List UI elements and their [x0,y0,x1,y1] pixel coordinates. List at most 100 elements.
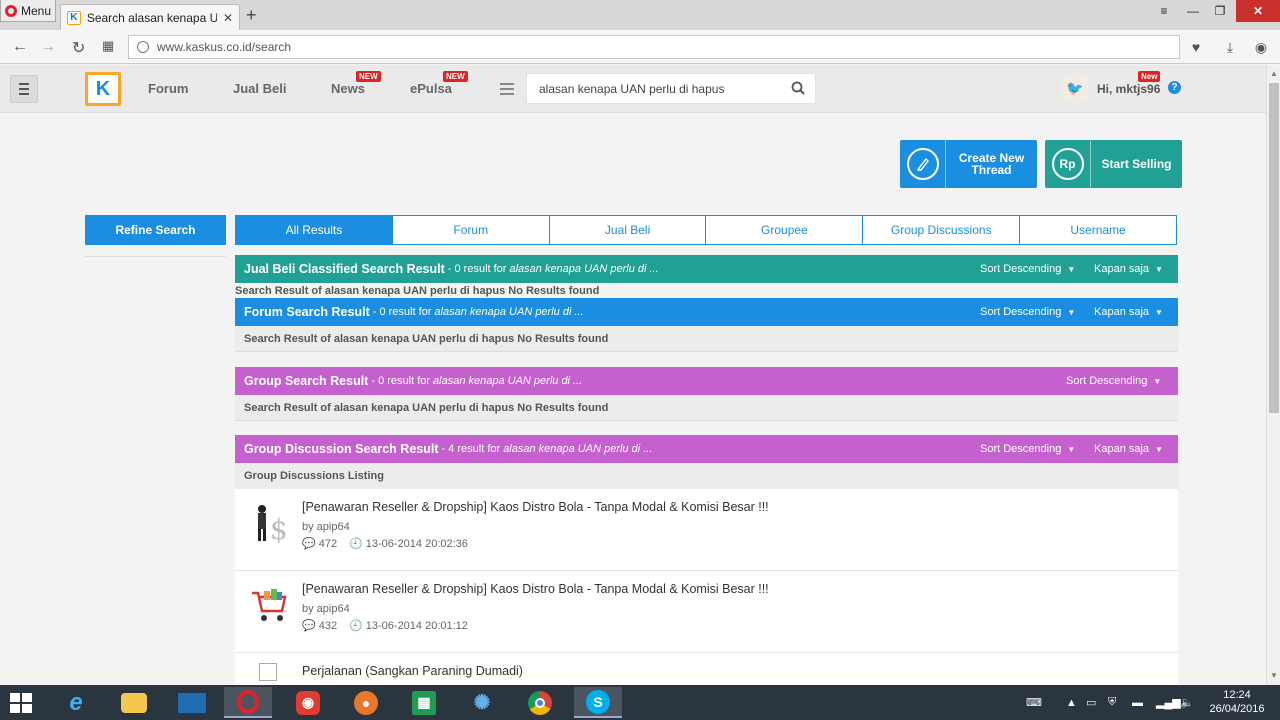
tab-menu-icon[interactable]: ≡ [1156,0,1172,22]
download-icon[interactable]: ⤓ [1219,36,1241,58]
opera-icon [5,4,17,17]
thread-title-link[interactable]: Perjalanan (Sangkan Paraning Dumadi) [302,664,523,678]
nav-forum[interactable]: Forum [148,81,188,96]
tab-jual-beli[interactable]: Jual Beli [550,216,707,244]
maximize-button[interactable]: ❐ [1208,0,1232,22]
opera-menu-button[interactable]: Menu [0,0,56,22]
thread-thumbnail: $ [248,503,288,543]
close-window-button[interactable]: ✕ [1236,0,1280,22]
reload-icon[interactable]: ↻ [72,38,85,58]
result-query: alasan kenapa UAN perlu di ... [503,443,653,455]
tab-username[interactable]: Username [1020,216,1176,244]
category-menu-icon[interactable] [500,83,514,95]
opera-taskbar-icon[interactable] [224,687,272,718]
camera-app-icon[interactable]: ◉ [284,687,332,718]
file-explorer-icon[interactable] [110,687,158,718]
listing-heading: Group Discussions Listing [235,463,1178,489]
taskbar-clock[interactable]: 12:24 26/04/2016 [1205,688,1269,716]
search-input[interactable] [539,81,779,96]
nav-news[interactable]: News [331,81,365,96]
help-icon[interactable]: ? [1168,81,1181,94]
refine-search-button[interactable]: Refine Search [85,215,226,245]
tab-groupee[interactable]: Groupee [706,216,864,244]
time-filter-dropdown[interactable]: Kapan saja ▼ [1094,263,1163,275]
settings-app-icon[interactable]: ✺ [458,687,506,718]
sort-dropdown[interactable]: Sort Descending ▼ [980,263,1075,275]
store-icon[interactable]: ▦ [400,687,448,718]
avatar[interactable]: 🐦 [1060,73,1090,103]
thread-author[interactable]: by apip64 [302,603,350,615]
sort-dropdown[interactable]: Sort Descending ▼ [980,443,1075,455]
nav-epulsa[interactable]: ePulsa [410,81,452,96]
thread-author[interactable]: by apip64 [302,521,350,533]
comment-icon: 💬 [302,620,316,632]
keyboard-icon[interactable]: ⌨ [1026,685,1042,720]
hamburger-menu-icon[interactable] [10,75,38,103]
speed-dial-grid-icon[interactable]: ▦ [102,38,114,54]
new-tab-button[interactable]: + [246,5,257,26]
scrollbar-thumb[interactable] [1269,83,1279,413]
thread-title-link[interactable]: [Penawaran Reseller & Dropship] Kaos Dis… [302,582,769,596]
caret-down-icon: ▼ [1155,265,1163,274]
start-selling-label: Start Selling [1101,157,1172,171]
create-new-thread-button[interactable]: Create New Thread [900,140,1037,188]
site-info-icon[interactable] [137,41,149,53]
result-count: - 0 result for [371,375,431,387]
volume-icon[interactable]: 🔈 [1180,685,1194,720]
windows-start-icon[interactable] [10,693,32,713]
divider [85,256,226,257]
show-hidden-icons-arrow[interactable]: ▲ [1066,685,1077,720]
chrome-icon[interactable] [516,687,564,718]
thread-title-link[interactable]: [Penawaran Reseller & Dropship] Kaos Dis… [302,500,769,514]
list-item[interactable]: Perjalanan (Sangkan Paraning Dumadi) [235,653,1178,685]
action-center-icon[interactable]: ▭ [1086,685,1096,720]
list-item[interactable]: [Penawaran Reseller & Dropship] Kaos Dis… [235,571,1178,653]
jual-beli-section-header: Jual Beli Classified Search Result - 0 r… [235,255,1178,283]
internet-explorer-icon[interactable]: e [52,687,100,718]
comment-icon: 💬 [302,538,316,550]
minimize-button[interactable]: — [1182,0,1204,22]
time-filter-dropdown[interactable]: Kapan saja ▼ [1094,306,1163,318]
start-selling-button[interactable]: Rp Start Selling [1045,140,1182,188]
group-section-header: Group Search Result - 0 result for alasa… [235,367,1178,395]
time-filter-dropdown[interactable]: Kapan saja ▼ [1094,443,1163,455]
display-icon[interactable]: ▬ [1132,685,1143,720]
no-results-message: Search Result of alasan kenapa UAN perlu… [235,326,1178,352]
result-count: - 4 result for [441,443,501,455]
search-icon[interactable] [791,81,805,95]
skype-icon[interactable]: S [574,687,622,718]
scroll-down-arrow-icon[interactable]: ▼ [1270,671,1278,680]
page-scrollbar[interactable]: ▲ ▼ [1266,65,1280,685]
account-icon[interactable]: ◉ [1250,36,1272,58]
time-filter-label: Kapan saja [1094,306,1150,318]
sort-dropdown[interactable]: Sort Descending ▼ [1066,375,1161,387]
comment-count: 472 [318,537,338,550]
forward-arrow-icon[interactable]: → [40,38,56,56]
list-item[interactable]: $ [Penawaran Reseller & Dropship] Kaos D… [235,489,1178,571]
tab-group-discussions[interactable]: Group Discussions [863,216,1021,244]
caret-down-icon: ▼ [1067,445,1076,454]
security-shield-icon[interactable]: ⛨ [1108,685,1116,720]
browser-tab[interactable]: K Search alasan kenapa UAN ✕ [60,4,240,30]
url-field[interactable]: www.kaskus.co.id/search [128,35,1180,59]
firefox-icon[interactable]: ● [342,687,390,718]
lenovo-app-icon[interactable] [168,687,216,718]
close-tab-icon[interactable]: ✕ [223,11,233,25]
tab-forum[interactable]: Forum [393,216,550,244]
kaskus-logo[interactable]: K [85,72,121,106]
user-greeting[interactable]: Hi, mktjs96 [1097,82,1160,96]
no-results-message: Search Result of alasan kenapa UAN perlu… [235,395,1178,421]
sort-dropdown[interactable]: Sort Descending ▼ [980,306,1075,318]
clock-time: 12:24 [1223,689,1251,701]
no-results-message: Search Result of alasan kenapa UAN perlu… [235,285,600,297]
network-signal-icon[interactable]: ▂▄▆ [1156,685,1181,720]
thread-thumbnail [248,585,288,625]
sort-label: Sort Descending [980,263,1062,275]
back-arrow-icon[interactable]: ← [12,38,28,56]
tab-all-results[interactable]: All Results [236,216,393,244]
scroll-up-arrow-icon[interactable]: ▲ [1270,69,1278,78]
section-title: Forum Search Result [244,305,370,319]
nav-jual-beli[interactable]: Jual Beli [233,81,286,96]
bookmark-heart-icon[interactable]: ♥ [1185,36,1207,58]
news-new-badge: NEW [356,71,381,82]
